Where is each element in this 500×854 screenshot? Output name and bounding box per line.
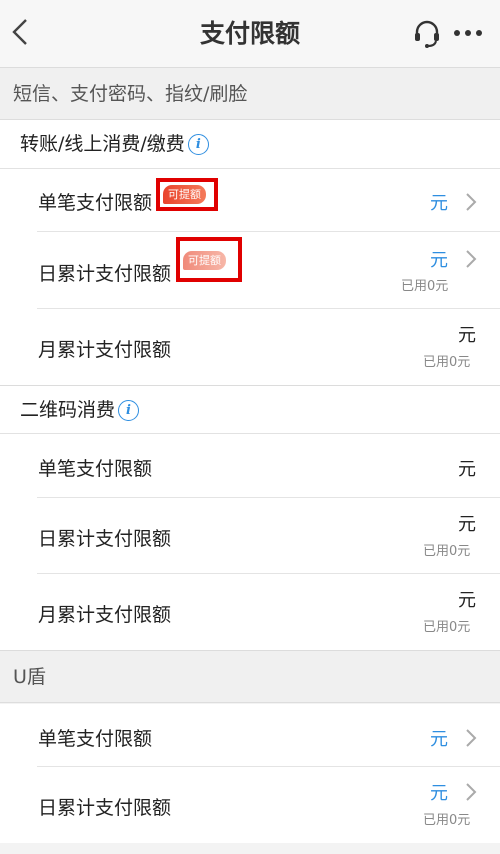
- highlight-box: 可提额: [156, 178, 218, 211]
- raise-limit-badge[interactable]: 可提额: [183, 251, 226, 270]
- row-label: 日累计支付限额: [38, 797, 172, 819]
- row-label: 日累计支付限额: [38, 263, 172, 285]
- limit-value-unit: 元: [430, 193, 448, 214]
- info-icon[interactable]: i: [118, 400, 140, 421]
- used-amount: 已用0元: [423, 620, 471, 635]
- limit-value-unit: 元: [458, 514, 476, 535]
- limit-value-unit: 元: [458, 325, 476, 346]
- nav-header: 支付限额: [0, 0, 500, 68]
- limit-value-unit: 元: [430, 250, 448, 271]
- chevron-right-icon[interactable]: [464, 781, 478, 803]
- limit-row-daily-ukey[interactable]: 日累计支付限额 元 已用0元: [0, 767, 500, 843]
- raise-limit-badge[interactable]: 可提额: [163, 185, 206, 204]
- limit-value-unit: 元: [458, 459, 476, 480]
- limit-row-daily-transfer[interactable]: 日累计支付限额 可提额 元 已用0元: [0, 232, 500, 309]
- group-title-transfer: 转账/线上消费/缴费 i: [0, 120, 500, 169]
- limit-value-unit: 元: [430, 783, 448, 804]
- row-label: 单笔支付限额: [38, 458, 153, 480]
- highlight-box: 可提额: [176, 237, 242, 282]
- more-dots-icon[interactable]: [453, 27, 483, 39]
- limit-row-single-qrcode: 单笔支付限额 元: [0, 434, 500, 498]
- used-amount: 已用0元: [401, 279, 449, 294]
- used-amount: 已用0元: [423, 544, 471, 559]
- limit-row-daily-qrcode: 日累计支付限额 元 已用0元: [0, 498, 500, 574]
- limit-row-single-ukey[interactable]: 单笔支付限额 元: [0, 704, 500, 767]
- group-title-qrcode: 二维码消费 i: [0, 386, 500, 434]
- section-header-sms: 短信、支付密码、指纹/刷脸: [0, 68, 500, 120]
- limit-row-single-transfer[interactable]: 单笔支付限额 可提额 元: [0, 169, 500, 232]
- limit-value-unit: 元: [430, 729, 448, 750]
- row-label: 月累计支付限额: [38, 339, 172, 361]
- section-label: 短信、支付密码、指纹/刷脸: [13, 83, 248, 105]
- row-label: 月累计支付限额: [38, 604, 172, 626]
- row-label: 日累计支付限额: [38, 528, 172, 550]
- row-label: 单笔支付限额: [38, 192, 153, 214]
- chevron-right-icon[interactable]: [464, 727, 478, 749]
- chevron-right-icon[interactable]: [464, 191, 478, 213]
- limit-row-monthly-qrcode: 月累计支付限额 元 已用0元: [0, 574, 500, 650]
- row-label: 单笔支付限额: [38, 728, 153, 750]
- section-label: U盾: [13, 666, 46, 688]
- info-icon[interactable]: i: [187, 134, 209, 155]
- headset-icon[interactable]: [413, 20, 441, 48]
- used-amount: 已用0元: [423, 813, 471, 828]
- limit-row-monthly-transfer: 月累计支付限额 元 已用0元: [0, 309, 500, 386]
- section-header-ukey: U盾: [0, 650, 500, 703]
- chevron-right-icon[interactable]: [464, 248, 478, 270]
- used-amount: 已用0元: [423, 355, 471, 370]
- limit-value-unit: 元: [458, 590, 476, 611]
